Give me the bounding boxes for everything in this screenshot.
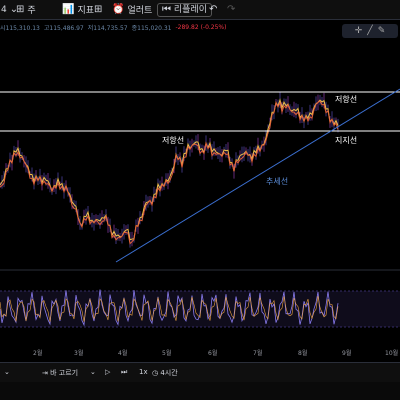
time-tick: 5월 [162,350,172,357]
footer-bar [0,382,400,400]
bar-magnifier-label: 바 고르기 [50,369,79,377]
price-chart[interactable] [0,0,400,346]
time-tick: 3월 [74,350,84,357]
time-tick: 6월 [208,350,218,357]
annotation-support: 지지선 [335,136,358,145]
annotation-trendline: 추세선 [266,177,289,186]
time-axis[interactable]: 2월 3월 4월 5월 6월 7월 8월 9월 10월 [0,346,400,358]
replay-control-bar: ⌄ ⇥ 바 고르기 ⌄ ▷ ⏭ 1x ◷ 4시간 [0,362,400,383]
moving-average-line-fast [0,98,339,241]
clock-icon: ◷ [152,369,159,377]
time-tick: 4월 [118,350,128,357]
time-tick: 9월 [342,350,352,357]
bar-select-icon: ⇥ [42,369,48,377]
time-tick: 2월 [33,350,43,357]
time-tick: 10월 [385,350,399,357]
collapse-icon[interactable]: ⌄ [4,368,10,376]
interval-label: 4시간 [160,369,178,377]
interval-selector[interactable]: ◷ 4시간 [152,368,178,378]
speed-selector[interactable]: 1x [139,368,148,376]
annotation-resistance-left: 저항선 [162,136,185,145]
annotation-resistance-right: 저항선 [335,95,358,104]
time-tick: 8월 [298,350,308,357]
step-forward-button[interactable]: ⏭ [121,368,127,377]
chevron-down-icon[interactable]: ⌄ [90,368,96,376]
play-button[interactable]: ▷ [105,368,110,376]
moving-average-line-slow [0,100,339,245]
bar-magnifier-button[interactable]: ⇥ 바 고르기 [42,368,78,378]
oscillator-band-fill [0,291,400,327]
trend-line[interactable] [115,88,400,263]
time-tick: 7월 [253,350,263,357]
candle-layer [0,91,339,248]
